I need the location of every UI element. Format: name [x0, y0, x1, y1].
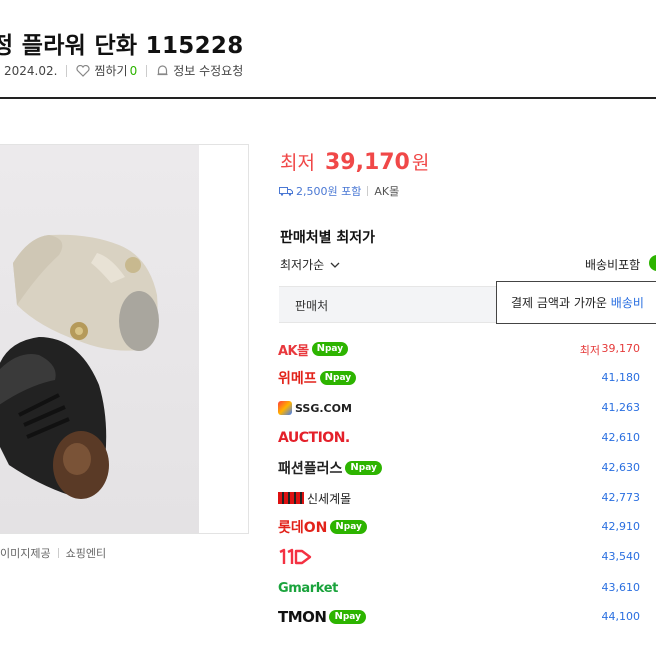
npay-badge: Npay	[311, 342, 349, 356]
seller-price: 43,610	[601, 581, 641, 594]
seller-logo-ssg: SSG.COM	[278, 396, 352, 420]
shipping-included-toggle[interactable]	[649, 255, 656, 271]
seller-price: 43,540	[601, 550, 641, 563]
lowest-mall[interactable]: AK몰	[374, 183, 399, 199]
npay-badge: Npay	[330, 520, 367, 534]
lowest-price: 최저 39,170 원	[280, 148, 429, 175]
lowest-price-label: 최저	[280, 152, 315, 174]
delivery-fee: 2,500원 포함	[296, 185, 362, 198]
shipping-tooltip: 결제 금액과 가까운 배송비	[496, 281, 656, 324]
heart-icon	[76, 64, 91, 77]
seller-logo-lotteon: 롯데ON Npay	[278, 515, 367, 539]
seller-row-shinsegae[interactable]: 신세계몰 42,773	[278, 486, 648, 516]
seller-price: 42,910	[601, 520, 641, 533]
registered-date: 2024.02.	[4, 63, 58, 78]
seller-logo-wemakeprice: 위메프 Npay	[278, 366, 357, 390]
wemakeprice-logo: 위메프	[278, 371, 317, 387]
product-title: 정 플라워 단화 115228	[0, 33, 244, 59]
tmon-logo: TMON	[278, 608, 327, 626]
ssg-logo: SSG.COM	[295, 401, 352, 415]
seller-logo-shinsegae: 신세계몰	[278, 486, 351, 510]
seller-logo-gmarket: Gmarket	[278, 576, 338, 600]
seller-row-11st[interactable]: 43,540	[278, 545, 648, 575]
seller-row-auction[interactable]: AUCTION. 42,610	[278, 426, 648, 456]
ssg-icon	[278, 401, 292, 415]
seller-row-tmon[interactable]: TMON Npay 44,100	[278, 605, 648, 635]
lotteon-logo: 롯데ON	[278, 520, 328, 536]
seller-row-gmarket[interactable]: Gmarket 43,610	[278, 576, 648, 606]
ak-mall-logo: AK몰	[278, 343, 309, 359]
seller-row-ak[interactable]: AK몰 Npay 최저 39,170	[278, 337, 648, 367]
product-image[interactable]	[0, 144, 249, 534]
wish-label: 찜하기	[94, 64, 128, 78]
divider	[66, 64, 68, 77]
seller-price: 42,610	[601, 431, 641, 444]
tooltip-highlight: 배송비	[610, 296, 644, 310]
seller-price: 42,630	[601, 461, 641, 474]
gmarket-logo: Gmarket	[278, 580, 338, 596]
divider	[367, 186, 369, 196]
11st-logo	[279, 548, 312, 565]
wish-button[interactable]: 찜하기 0	[76, 62, 137, 79]
seller-price: 41,263	[601, 401, 641, 414]
shoe-illustration	[0, 234, 159, 499]
seller-row-lotteon[interactable]: 롯데ON Npay 42,910	[278, 515, 648, 545]
npay-badge: Npay	[345, 461, 382, 475]
delivery-info: 2,500원 포함 AK몰	[279, 183, 399, 199]
divider	[146, 64, 148, 77]
chevron-down-icon	[330, 262, 340, 268]
seller-row-fashionplus[interactable]: 패션플러스 Npay 42,630	[278, 456, 648, 486]
seller-logo-fashionplus: 패션플러스 Npay	[278, 456, 382, 480]
shinsegae-logo: 신세계몰	[307, 491, 352, 506]
sort-label: 최저가순	[280, 258, 325, 272]
sellers-section-title: 판매처별 최저가	[280, 230, 376, 246]
tooltip-text: 결제 금액과 가까운	[511, 296, 607, 310]
divider	[57, 548, 59, 558]
seller-row-ssg[interactable]: SSG.COM 41,263	[278, 396, 648, 426]
npay-badge: Npay	[329, 610, 366, 624]
image-credit: 이미지제공 쇼핑엔티	[0, 545, 106, 561]
shinsegae-icon	[278, 492, 304, 504]
seller-row-wemakeprice[interactable]: 위메프 Npay 41,180	[278, 366, 648, 396]
lowest-price-value: 39,170	[324, 150, 410, 175]
header-divider	[0, 97, 656, 99]
seller-logo-ak: AK몰 Npay	[278, 337, 349, 361]
edit-request-label: 정보 수정요청	[173, 64, 244, 78]
seller-price: 42,773	[601, 491, 641, 504]
seller-logo-tmon: TMON Npay	[278, 605, 366, 629]
image-credit-label: 이미지제공	[0, 547, 51, 560]
image-credit-source[interactable]: 쇼핑엔티	[66, 545, 106, 561]
sort-dropdown[interactable]: 최저가순	[280, 256, 340, 273]
price-unit: 원	[411, 152, 430, 174]
shipping-included-label: 배송비포함	[585, 258, 641, 272]
seller-logo-auction: AUCTION.	[278, 426, 350, 450]
truck-icon	[279, 187, 293, 196]
lowest-badge: 최저	[579, 344, 600, 357]
seller-price: 41,180	[601, 371, 641, 384]
seller-price: 44,100	[601, 610, 641, 623]
seller-logo-11st	[278, 545, 316, 569]
product-meta: 2024.02. 찜하기 0 정보 수정요청	[4, 62, 243, 79]
fashionplus-logo: 패션플러스	[278, 461, 343, 477]
npay-badge: Npay	[319, 371, 357, 385]
bell-icon	[157, 65, 168, 76]
wish-count: 0	[129, 63, 138, 78]
seller-price: 39,170	[601, 342, 641, 355]
edit-request-button[interactable]: 정보 수정요청	[156, 62, 243, 79]
auction-logo: AUCTION.	[278, 430, 350, 446]
column-seller: 판매처	[295, 299, 329, 313]
